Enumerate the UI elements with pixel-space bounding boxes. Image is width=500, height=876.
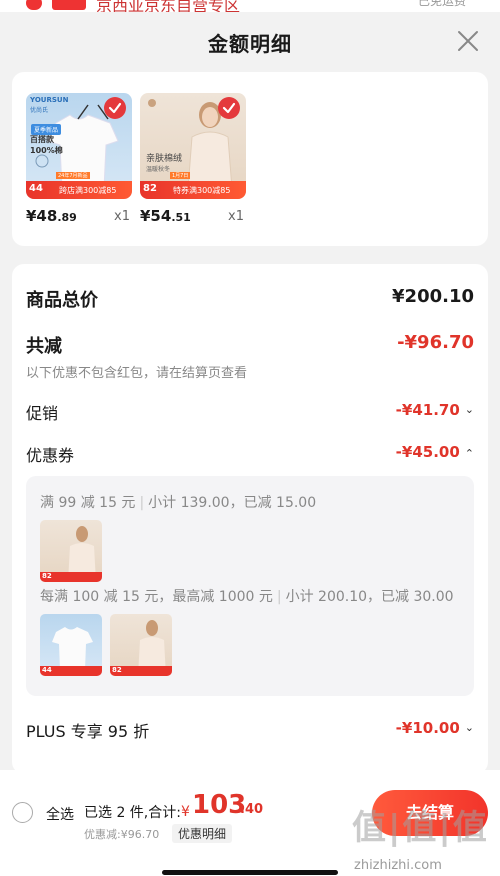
product-quantity: x1 — [114, 209, 130, 224]
checkout-bar: 全选 已选 2 件,合计: ¥ 103 .40 优惠减:¥96.70 优惠明细 … — [0, 770, 500, 876]
chevron-down-icon[interactable]: ⌄ — [465, 403, 474, 416]
price-integer: ¥54 — [140, 207, 172, 225]
goods-total-value: ¥200.10 — [392, 286, 474, 307]
product-image: 亲肤棉绒 温暖秋冬 82 1月7日 特券满300减85 — [140, 93, 246, 199]
goods-total-label: 商品总价 — [26, 290, 98, 311]
product-name: 亲肤棉绒 — [146, 154, 183, 164]
coupon-detail-line-2: 每满 100 减 15 元，最高减 1000 元 | 小计 200.10，已减 30… — [40, 589, 454, 605]
coupon-subtotal: 小计 200.10，已减 30.00 — [285, 589, 454, 605]
thumb-badge: 82 — [110, 666, 172, 676]
promo-badge: 44 24年7月新品 跨店满300减85 — [26, 172, 132, 199]
discount-note: 以下优惠不包含红包，请在结算页查看 — [26, 366, 248, 381]
close-icon[interactable] — [456, 29, 480, 53]
coupon-rule: 每满 100 减 15 元，最高减 1000 元 — [40, 589, 273, 605]
badge-number: 44 — [29, 183, 43, 194]
app-logo-icon — [26, 0, 42, 10]
badge-number: 82 — [143, 183, 157, 194]
coupon-detail-line-1: 满 99 减 15 元 | 小计 139.00，已减 15.00 — [40, 495, 317, 511]
product-brand-sub: 优尚氏 — [30, 107, 49, 114]
badge-promo-text: 跨店满300减85 — [59, 186, 117, 195]
badge-promo-text: 特券满300减85 — [173, 186, 231, 195]
shipping-status: 已免运费 — [417, 0, 466, 8]
sheet-header: 金额明细 — [0, 12, 500, 74]
price-decimal: .89 — [57, 211, 77, 224]
product-price: ¥54.51 — [140, 207, 191, 225]
thumb-badge: 82 — [40, 572, 102, 582]
coupon-value-group: -¥45.00 ⌃ — [396, 442, 474, 461]
background-app-strip: 京西亚京东自营专区 已免运费 — [0, 0, 500, 12]
background-title: 京西亚京东自营专区 — [96, 0, 241, 12]
price-breakdown-card: 商品总价 ¥200.10 共减 -¥96.70 以下优惠不包含红包，请在结算页查… — [12, 264, 488, 774]
coupon-product-thumb: 82 — [40, 520, 102, 582]
promo-value-group: -¥41.70 ⌄ — [396, 400, 474, 419]
product-image: YOURSUN 优尚氏 夏季新品 百搭款 100%棉 44 24年7月新品 跨店… — [26, 93, 132, 199]
promo-label: 促销 — [26, 404, 59, 423]
badge-top-tag: 1月7日 — [170, 172, 191, 179]
chevron-up-icon[interactable]: ⌃ — [465, 447, 474, 460]
discount-detail-link[interactable]: 优惠明细 — [172, 824, 233, 843]
coupon-detail-panel: 满 99 减 15 元 | 小计 139.00，已减 15.00 82 每满 100… — [26, 476, 474, 696]
coupon-product-thumb: 82 — [110, 614, 172, 676]
coupon-subtotal: 小计 139.00，已减 15.00 — [148, 495, 317, 511]
coupon-product-thumb: 44 — [40, 614, 102, 676]
thumb-badge: 44 — [40, 666, 102, 676]
plus-value-group: -¥10.00 ⌄ — [396, 718, 474, 737]
coupon-label: 优惠券 — [26, 446, 75, 465]
product-subtitle: 温暖秋冬 — [146, 166, 171, 173]
watermark-logo: 值|值|值 — [352, 808, 489, 848]
price-decimal: .51 — [171, 211, 191, 224]
amount-detail-sheet: 金额明细 YOURSUN 优尚氏 夏季新品 百搭款 100%棉 44 24年7月… — [0, 12, 500, 876]
selected-check-icon[interactable] — [104, 97, 126, 119]
selected-count: 已选 2 件,合计: — [84, 805, 181, 821]
total-price-decimal: .40 — [240, 802, 264, 817]
thumb-badge-number: 82 — [42, 572, 52, 580]
selected-check-icon[interactable] — [218, 97, 240, 119]
promo-badge: 82 1月7日 特券满300减85 — [140, 172, 246, 199]
product-quantity: x1 — [228, 209, 244, 224]
jd-badge — [52, 0, 86, 10]
home-indicator[interactable] — [162, 870, 338, 875]
coupon-rule: 满 99 减 15 元 — [40, 495, 136, 511]
select-all-radio[interactable] — [12, 802, 33, 823]
product-brand: YOURSUN — [30, 96, 69, 104]
plus-label: PLUS 专享 95 折 — [26, 722, 150, 741]
thumb-badge-number: 44 — [42, 666, 52, 674]
total-price-integer: 103 — [192, 790, 247, 820]
page-title: 金额明细 — [208, 32, 292, 56]
select-all-label[interactable]: 全选 — [46, 804, 74, 824]
price-integer: ¥48 — [26, 207, 58, 225]
badge-top-tag: 24年7月新品 — [56, 172, 90, 179]
total-reduce-label: 共减 — [26, 336, 62, 357]
chevron-down-icon[interactable]: ⌄ — [465, 721, 474, 734]
total-currency: ¥ — [181, 804, 190, 820]
product-item-sweater[interactable]: 亲肤棉绒 温暖秋冬 82 1月7日 特券满300减85 ¥54.51 x1 — [140, 93, 246, 225]
product-item-tshirt[interactable]: YOURSUN 优尚氏 夏季新品 百搭款 100%棉 44 24年7月新品 跨店… — [26, 93, 132, 225]
thumb-badge-number: 82 — [112, 666, 122, 674]
selected-products-card: YOURSUN 优尚氏 夏季新品 百搭款 100%棉 44 24年7月新品 跨店… — [12, 72, 488, 246]
total-reduce-value: -¥96.70 — [397, 332, 474, 353]
watermark-url: zhizhizhi.com — [354, 858, 442, 873]
product-price: ¥48.89 — [26, 207, 77, 225]
promo-value: -¥41.70 — [395, 401, 460, 419]
coupon-value: -¥45.00 — [395, 443, 460, 461]
product-feature-2: 100%棉 — [30, 146, 63, 155]
plus-value: -¥10.00 — [395, 719, 460, 737]
product-feature-1: 百搭款 — [30, 135, 54, 144]
discount-summary: 优惠减:¥96.70 — [84, 828, 160, 841]
